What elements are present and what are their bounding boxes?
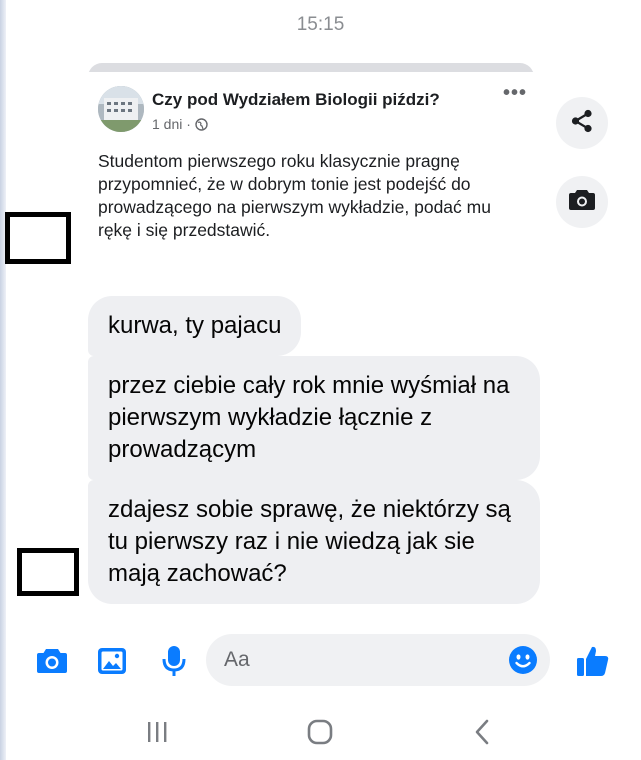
message-bubble[interactable]: zdajesz sobie sprawę, że niektórzy są tu…: [88, 480, 540, 604]
message-timestamp: 15:15: [296, 14, 345, 35]
globe-icon: [195, 117, 208, 131]
camera-icon: [568, 188, 596, 217]
redacted-avatar-box: [17, 548, 79, 596]
message-bubble[interactable]: przez ciebie cały rok mnie wyśmiał na pi…: [88, 356, 540, 480]
share-button[interactable]: [556, 97, 608, 149]
emoji-icon[interactable]: [508, 645, 538, 675]
message-bubble[interactable]: kurwa, ty pajacu: [88, 296, 302, 356]
back-icon[interactable]: [462, 714, 502, 750]
recent-apps-icon[interactable]: [137, 714, 177, 750]
camera-button[interactable]: [556, 176, 608, 228]
more-options-icon[interactable]: •••: [503, 82, 527, 105]
microphone-icon[interactable]: [156, 643, 192, 679]
post-group-title[interactable]: Czy pod Wydziałem Biologii piździ?: [152, 90, 440, 110]
post-age: 1 dni ·: [152, 116, 191, 132]
group-avatar[interactable]: [98, 86, 144, 132]
like-thumb-icon[interactable]: [573, 643, 613, 679]
gallery-icon[interactable]: [94, 643, 130, 679]
share-icon: [569, 108, 595, 139]
post-body-text: Studentom pierwszego roku klasycznie pra…: [98, 151, 491, 240]
camera-icon[interactable]: [34, 643, 70, 679]
home-icon[interactable]: [300, 714, 340, 750]
post-meta: 1 dni ·: [152, 116, 208, 132]
redacted-avatar-box: [5, 212, 71, 264]
message-input[interactable]: [206, 634, 550, 686]
